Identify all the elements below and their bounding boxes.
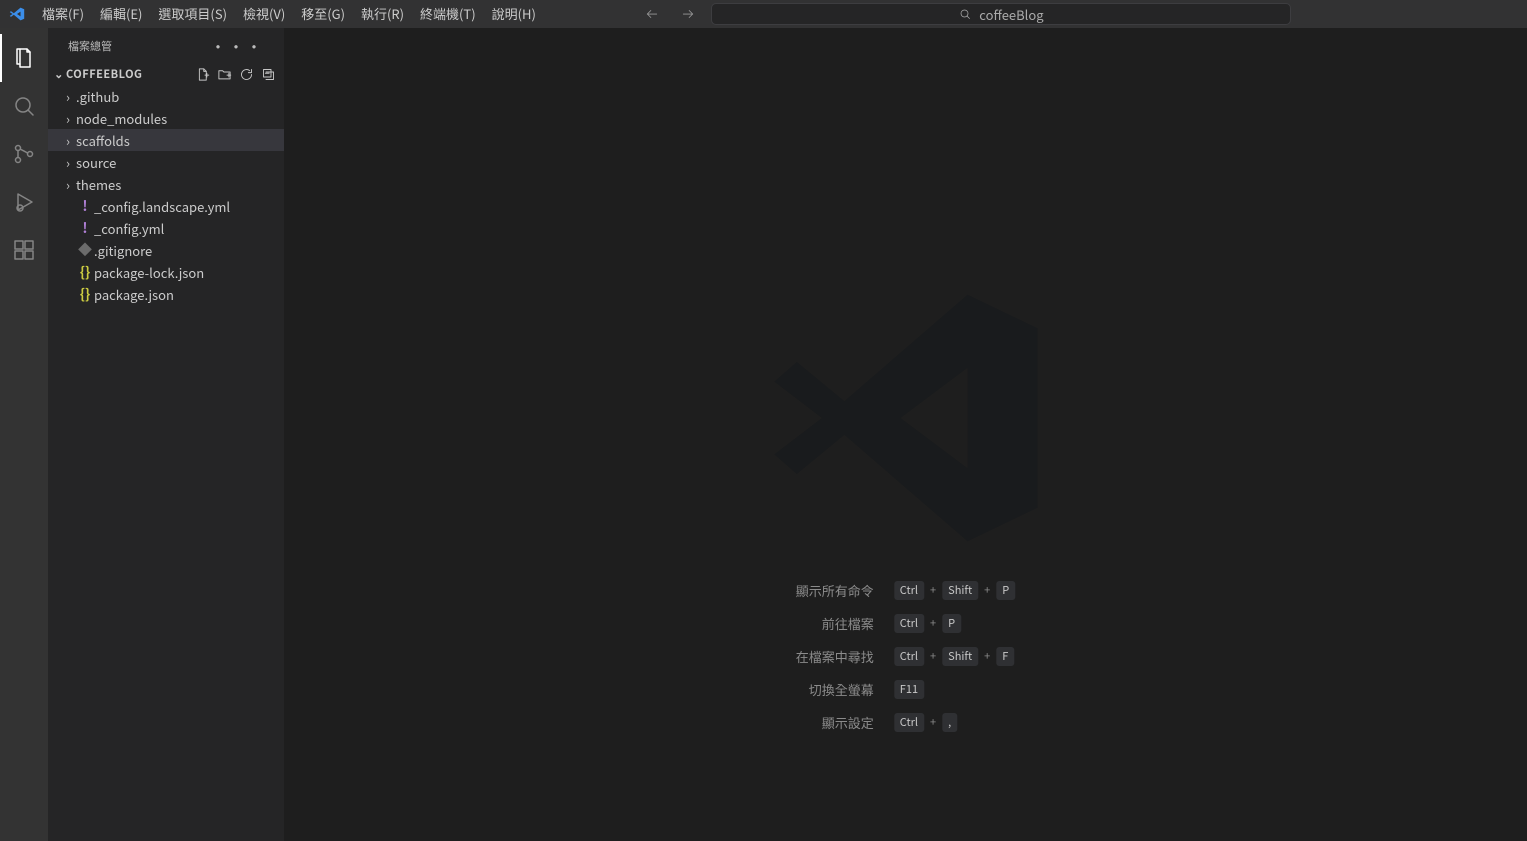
key-ctrl: Ctrl xyxy=(894,713,924,732)
tree-file-package-lock[interactable]: {} package-lock.json xyxy=(48,261,284,283)
folder-section-header[interactable]: ⌄ COFFEEBLOG xyxy=(48,63,284,85)
activity-bar xyxy=(0,28,48,841)
hint-keys-find-in-files: Ctrl+ Shift+ F xyxy=(894,647,1015,666)
vscode-watermark-icon xyxy=(766,278,1046,558)
tree-file-config-landscape[interactable]: ! _config.landscape.yml xyxy=(48,195,284,217)
vscode-logo-icon xyxy=(0,6,34,22)
menu-file[interactable]: 檔案(F) xyxy=(34,0,92,28)
new-folder-button[interactable] xyxy=(214,64,234,84)
key-ctrl: Ctrl xyxy=(894,647,924,666)
menu-bar: 檔案(F) 編輯(E) 選取項目(S) 檢視(V) 移至(G) 執行(R) 終端… xyxy=(34,0,544,28)
explorer-more-button[interactable]: ··· xyxy=(210,34,264,58)
hint-label-go-file: 前往檔案 xyxy=(796,614,874,633)
hint-label-find-in-files: 在檔案中尋找 xyxy=(796,647,874,666)
chevron-right-icon: › xyxy=(60,175,76,194)
menu-help[interactable]: 說明(H) xyxy=(484,0,544,28)
tree-label: package.json xyxy=(94,285,174,304)
tree-label: _config.yml xyxy=(94,219,164,238)
key-comma: , xyxy=(942,713,957,732)
tree-folder-node-modules[interactable]: › node_modules xyxy=(48,107,284,129)
tree-folder-source[interactable]: › source xyxy=(48,151,284,173)
key-p: P xyxy=(942,614,961,633)
menu-selection[interactable]: 選取項目(S) xyxy=(150,0,235,28)
tree-label: themes xyxy=(76,175,121,194)
activity-run-debug[interactable] xyxy=(0,178,48,226)
key-ctrl: Ctrl xyxy=(894,581,924,600)
activity-search[interactable] xyxy=(0,82,48,130)
command-center-text: coffeeBlog xyxy=(979,5,1043,24)
key-p: P xyxy=(996,581,1015,600)
chevron-down-icon: ⌄ xyxy=(52,66,66,82)
yaml-file-icon: ! xyxy=(76,196,94,216)
tree-folder-themes[interactable]: › themes xyxy=(48,173,284,195)
tree-label: source xyxy=(76,153,116,172)
key-ctrl: Ctrl xyxy=(894,614,924,633)
chevron-right-icon: › xyxy=(60,109,76,128)
tree-label: node_modules xyxy=(76,109,167,128)
key-shift: Shift xyxy=(942,581,978,600)
activity-extensions[interactable] xyxy=(0,226,48,274)
tree-file-package[interactable]: {} package.json xyxy=(48,283,284,305)
menu-edit[interactable]: 編輯(E) xyxy=(92,0,150,28)
key-f11: F11 xyxy=(894,680,924,699)
key-shift: Shift xyxy=(942,647,978,666)
search-icon xyxy=(959,8,971,20)
new-file-button[interactable] xyxy=(192,64,212,84)
welcome-hints: 顯示所有命令 Ctrl+ Shift+ P 前往檔案 Ctrl+ P 在檔案中尋… xyxy=(796,581,1015,732)
editor-group-empty: 顯示所有命令 Ctrl+ Shift+ P 前往檔案 Ctrl+ P 在檔案中尋… xyxy=(284,28,1527,841)
chevron-right-icon: › xyxy=(60,87,76,106)
tree-label: .github xyxy=(76,87,119,106)
refresh-button[interactable] xyxy=(236,64,256,84)
tree-folder-github[interactable]: › .github xyxy=(48,85,284,107)
tree-label: scaffolds xyxy=(76,131,130,150)
folder-section-title: COFFEEBLOG xyxy=(66,66,142,82)
hint-label-fullscreen: 切換全螢幕 xyxy=(796,680,874,699)
tree-label: package-lock.json xyxy=(94,263,204,282)
chevron-right-icon: › xyxy=(60,131,76,150)
json-file-icon: {} xyxy=(76,262,94,282)
yaml-file-icon: ! xyxy=(76,218,94,238)
menu-view[interactable]: 檢視(V) xyxy=(235,0,293,28)
nav-forward-button[interactable] xyxy=(675,3,701,25)
chevron-right-icon: › xyxy=(60,153,76,172)
hint-keys-go-file: Ctrl+ P xyxy=(894,614,1015,633)
menu-go[interactable]: 移至(G) xyxy=(293,0,353,28)
git-file-icon: ◆ xyxy=(76,240,94,260)
command-center[interactable]: coffeeBlog xyxy=(711,3,1291,25)
hint-keys-settings: Ctrl+ , xyxy=(894,713,1015,732)
explorer-title: 檔案總管 xyxy=(68,38,112,54)
activity-scm[interactable] xyxy=(0,130,48,178)
activity-explorer[interactable] xyxy=(0,34,48,82)
explorer-panel: 檔案總管 ··· ⌄ COFFEEBLOG xyxy=(48,28,284,841)
key-f: F xyxy=(996,647,1014,666)
tree-file-gitignore[interactable]: ◆ .gitignore xyxy=(48,239,284,261)
title-bar: 檔案(F) 編輯(E) 選取項目(S) 檢視(V) 移至(G) 執行(R) 終端… xyxy=(0,0,1527,28)
collapse-all-button[interactable] xyxy=(258,64,278,84)
menu-run[interactable]: 執行(R) xyxy=(353,0,412,28)
hint-label-settings: 顯示設定 xyxy=(796,713,874,732)
tree-file-config[interactable]: ! _config.yml xyxy=(48,217,284,239)
hint-label-all-commands: 顯示所有命令 xyxy=(796,581,874,600)
nav-back-button[interactable] xyxy=(639,3,665,25)
tree-label: _config.landscape.yml xyxy=(94,197,230,216)
json-file-icon: {} xyxy=(76,284,94,304)
menu-terminal[interactable]: 終端機(T) xyxy=(412,0,484,28)
hint-keys-fullscreen: F11 xyxy=(894,680,1015,699)
hint-keys-all-commands: Ctrl+ Shift+ P xyxy=(894,581,1015,600)
tree-folder-scaffolds[interactable]: › scaffolds xyxy=(48,129,284,151)
tree-label: .gitignore xyxy=(94,241,152,260)
